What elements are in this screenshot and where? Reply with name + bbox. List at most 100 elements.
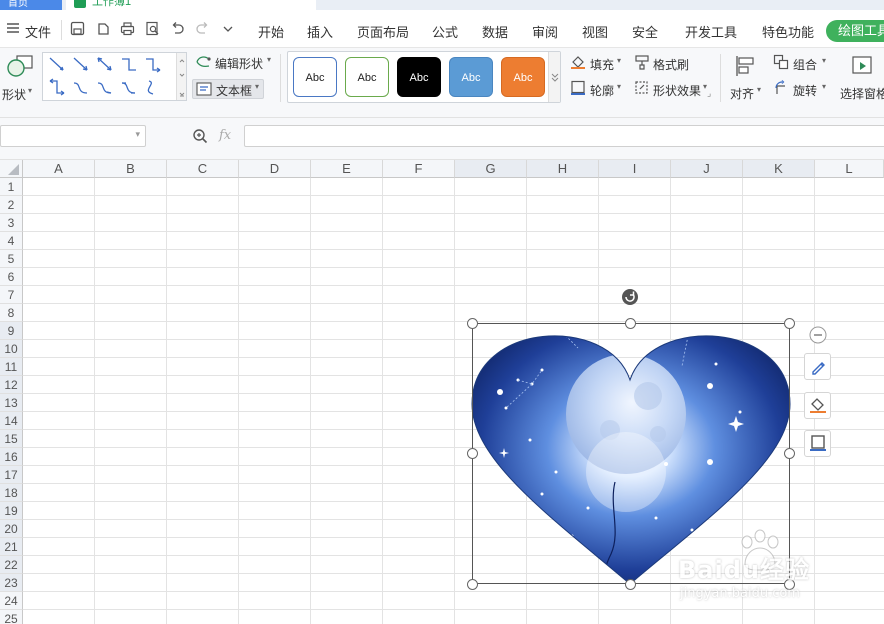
resize-handle-left[interactable]: [467, 448, 478, 459]
redo-icon[interactable]: [195, 21, 210, 39]
resize-handle-top-right[interactable]: [784, 318, 795, 329]
resize-handle-bottom[interactable]: [625, 579, 636, 590]
column-header[interactable]: H: [527, 160, 599, 178]
row-header[interactable]: 3: [0, 214, 23, 232]
row-header[interactable]: 7: [0, 286, 23, 304]
row-header[interactable]: 25: [0, 610, 23, 624]
tab-view[interactable]: 视图: [582, 22, 608, 41]
outline-button[interactable]: 轮廓 ▾: [570, 80, 630, 98]
row-header[interactable]: 14: [0, 412, 23, 430]
column-header[interactable]: L: [815, 160, 884, 178]
shape-gallery-scroll[interactable]: [176, 53, 186, 100]
rotate-handle-icon[interactable]: [621, 288, 639, 306]
shape-line-gallery[interactable]: [42, 52, 187, 101]
column-header[interactable]: C: [167, 160, 239, 178]
tab-special-features[interactable]: 特色功能: [762, 22, 814, 41]
shape-style-gallery[interactable]: Abc Abc Abc Abc Abc: [287, 51, 561, 103]
tab-data[interactable]: 数据: [482, 22, 508, 41]
row-header[interactable]: 18: [0, 484, 23, 502]
fx-label[interactable]: fx: [219, 128, 231, 143]
column-header[interactable]: I: [599, 160, 671, 178]
row-header[interactable]: 19: [0, 502, 23, 520]
column-header[interactable]: A: [23, 160, 95, 178]
column-header[interactable]: K: [743, 160, 815, 178]
brush-style-button[interactable]: [804, 353, 831, 380]
column-header[interactable]: J: [671, 160, 743, 178]
row-header[interactable]: 6: [0, 268, 23, 286]
resize-handle-right[interactable]: [784, 448, 795, 459]
column-header[interactable]: B: [95, 160, 167, 178]
row-header[interactable]: 2: [0, 196, 23, 214]
tab-developer[interactable]: 开发工具: [685, 22, 737, 41]
print-icon[interactable]: [120, 21, 135, 39]
column-header[interactable]: D: [239, 160, 311, 178]
shape-button[interactable]: 形状 ▾: [2, 52, 40, 102]
undo-icon[interactable]: [170, 21, 185, 39]
selection-pane-button[interactable]: 选择窗格: [838, 52, 884, 102]
column-header[interactable]: F: [383, 160, 455, 178]
row-header[interactable]: 13: [0, 394, 23, 412]
style-preset-blue-outline[interactable]: Abc: [293, 57, 337, 97]
shape-effects-button[interactable]: 形状效果 ▾: [634, 80, 714, 98]
tab-insert[interactable]: 插入: [307, 22, 333, 41]
row-header[interactable]: 21: [0, 538, 23, 556]
row-header[interactable]: 1: [0, 178, 23, 196]
row-header[interactable]: 8: [0, 304, 23, 322]
rotate-button[interactable]: 旋转 ▾: [773, 80, 833, 98]
column-header[interactable]: E: [311, 160, 383, 178]
row-header[interactable]: 24: [0, 592, 23, 610]
tab-page-layout[interactable]: 页面布局: [357, 22, 409, 41]
hamburger-icon[interactable]: [6, 21, 20, 38]
menu-file[interactable]: 文件: [25, 22, 51, 41]
tab-drawing-tools[interactable]: 绘图工具: [826, 20, 884, 42]
column-header[interactable]: G: [455, 160, 527, 178]
row-header[interactable]: 4: [0, 232, 23, 250]
tab-workbook[interactable]: 工作簿1: [66, 0, 316, 10]
style-gallery-scroll[interactable]: [548, 52, 560, 102]
row-header[interactable]: 5: [0, 250, 23, 268]
zoom-icon[interactable]: [192, 128, 208, 147]
tab-home[interactable]: 首页: [0, 0, 62, 10]
outline-style-button[interactable]: [804, 430, 831, 457]
row-header[interactable]: 11: [0, 358, 23, 376]
style-preset-green-outline[interactable]: Abc: [345, 57, 389, 97]
row-header[interactable]: 15: [0, 430, 23, 448]
select-all-corner[interactable]: [0, 160, 23, 178]
fill-button[interactable]: 填充 ▾: [570, 54, 630, 72]
row-header[interactable]: 23: [0, 574, 23, 592]
edit-shape-button[interactable]: 编辑形状 ▾: [193, 54, 283, 72]
name-box-dropdown-icon[interactable]: ▾: [135, 129, 140, 140]
resize-handle-top-left[interactable]: [467, 318, 478, 329]
tab-security[interactable]: 安全: [632, 22, 658, 41]
text-box-button[interactable]: 文本框 ▾: [192, 79, 264, 99]
row-header[interactable]: 10: [0, 340, 23, 358]
row-header[interactable]: 16: [0, 448, 23, 466]
group-button[interactable]: 组合 ▾: [773, 54, 833, 72]
export-pdf-icon[interactable]: [96, 21, 111, 39]
style-preset-blue-fill[interactable]: Abc: [449, 57, 493, 97]
row-header[interactable]: 22: [0, 556, 23, 574]
rotate-dropdown-icon: ▾: [822, 82, 827, 91]
row-header[interactable]: 12: [0, 376, 23, 394]
collapse-icon[interactable]: [809, 326, 827, 344]
row-header[interactable]: 20: [0, 520, 23, 538]
row-header[interactable]: 17: [0, 466, 23, 484]
dialog-launcher-icon[interactable]: ⌟: [707, 88, 711, 99]
row-header[interactable]: 9: [0, 322, 23, 340]
style-preset-orange-fill[interactable]: Abc: [501, 57, 545, 97]
resize-handle-top[interactable]: [625, 318, 636, 329]
fill-color-button[interactable]: [804, 392, 831, 419]
style-preset-black-fill[interactable]: Abc: [397, 57, 441, 97]
resize-handle-bottom-left[interactable]: [467, 579, 478, 590]
selection-pane-icon: [851, 54, 875, 81]
customize-dropdown-icon[interactable]: [222, 21, 234, 39]
tab-start[interactable]: 开始: [258, 22, 284, 41]
formula-input[interactable]: [244, 125, 884, 147]
tab-review[interactable]: 审阅: [532, 22, 558, 41]
save-icon[interactable]: [70, 21, 85, 39]
align-button[interactable]: 对齐 ▾: [726, 52, 766, 102]
name-box[interactable]: ▾: [0, 125, 146, 147]
tab-formulas[interactable]: 公式: [432, 22, 458, 41]
print-preview-icon[interactable]: [145, 21, 160, 39]
format-painter-button[interactable]: 格式刷: [634, 54, 696, 72]
